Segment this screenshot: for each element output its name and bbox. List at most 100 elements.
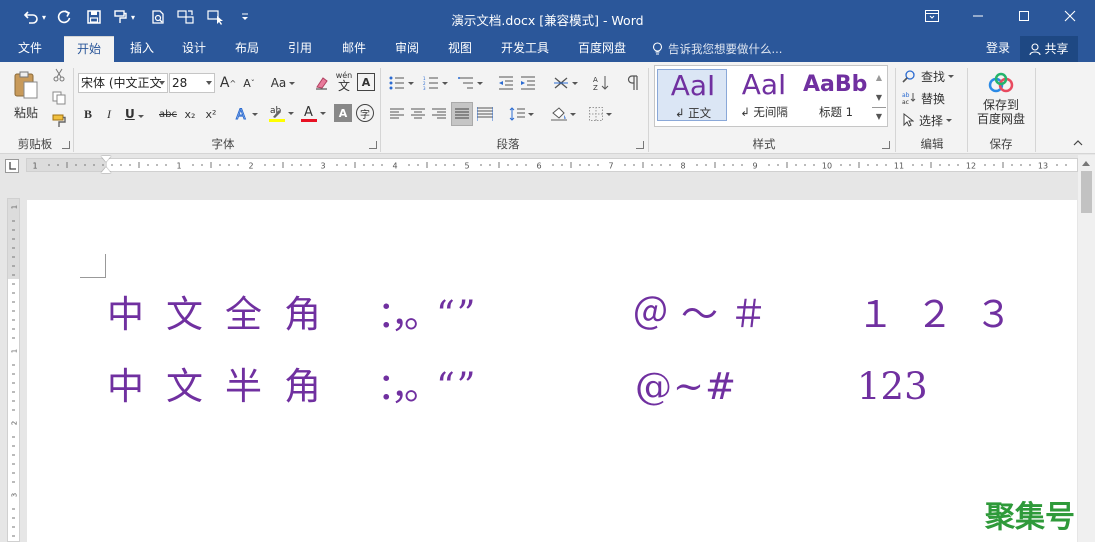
- vertical-scrollbar[interactable]: [1078, 155, 1095, 542]
- selection-pane-icon[interactable]: [205, 5, 227, 29]
- touch-mode-icon[interactable]: [175, 5, 197, 29]
- style-no-spacing-sample: AaI: [741, 70, 787, 100]
- group-separator: [1035, 68, 1036, 152]
- enclose-characters-icon[interactable]: 字: [356, 104, 374, 122]
- maximize-icon[interactable]: [1001, 0, 1047, 32]
- print-preview-icon[interactable]: [147, 5, 169, 29]
- undo-icon[interactable]: [20, 5, 42, 29]
- tab-review[interactable]: 审阅: [385, 36, 429, 62]
- tell-me-search[interactable]: 告诉我您想要做什么...: [652, 36, 802, 62]
- copy-icon[interactable]: [50, 89, 68, 107]
- save-to-baidu-button[interactable]: 保存到 百度网盘: [972, 68, 1030, 130]
- decrease-indent-icon[interactable]: [496, 73, 516, 93]
- redo-icon[interactable]: [53, 5, 75, 29]
- paste-button[interactable]: 粘贴: [8, 66, 44, 124]
- grow-font-icon[interactable]: A ^: [219, 73, 237, 93]
- svg-text:ac: ac: [902, 99, 909, 105]
- styles-scroll-down-icon[interactable]: ▼: [872, 88, 886, 106]
- character-shading-icon[interactable]: A: [334, 104, 352, 122]
- save-label-line2: 百度网盘: [976, 112, 1025, 126]
- align-center-icon[interactable]: [409, 104, 427, 124]
- cut-icon[interactable]: [50, 66, 68, 84]
- bullets-icon[interactable]: [386, 73, 416, 93]
- style-normal[interactable]: AaI ↲ 正文: [657, 69, 727, 121]
- first-line-indent-marker[interactable]: [101, 156, 111, 162]
- bold-button[interactable]: B: [80, 104, 96, 124]
- save-icon[interactable]: [83, 5, 105, 29]
- tab-insert[interactable]: 插入: [120, 36, 164, 62]
- minimize-icon[interactable]: [955, 0, 1001, 32]
- tab-design[interactable]: 设计: [172, 36, 216, 62]
- italic-button[interactable]: I: [101, 104, 117, 124]
- replace-button[interactable]: ab ac 替换: [902, 88, 962, 108]
- horizontal-ruler[interactable]: 1 1 2 3 4 5 6 7 8 9 10 11 12 13: [26, 156, 1078, 173]
- shrink-font-icon[interactable]: Aˇ: [240, 73, 258, 93]
- font-name-combo[interactable]: 宋体 (中文正文: [78, 73, 168, 93]
- shading-icon[interactable]: [546, 104, 580, 124]
- ribbon-display-options-icon[interactable]: [909, 0, 955, 32]
- share-button[interactable]: 共享: [1020, 36, 1078, 62]
- style-heading-1[interactable]: AaBb 标题 1: [801, 69, 871, 121]
- numbering-icon[interactable]: 123: [420, 73, 450, 93]
- paragraph-group-label: 段落: [496, 137, 520, 151]
- tab-baidu-netdisk[interactable]: 百度网盘: [570, 36, 634, 62]
- customize-qat-icon[interactable]: [234, 5, 256, 29]
- align-right-icon[interactable]: [430, 104, 448, 124]
- distributed-icon[interactable]: [475, 104, 495, 124]
- subscript-button[interactable]: x₂: [181, 104, 199, 124]
- tab-home[interactable]: 开始: [64, 36, 114, 62]
- line-punct: ：，。“ ”: [377, 293, 476, 336]
- scroll-thumb[interactable]: [1081, 171, 1092, 213]
- clipboard-launcher-icon[interactable]: [62, 141, 70, 149]
- tab-developer[interactable]: 开发工具: [494, 36, 556, 62]
- font-color-icon[interactable]: A: [298, 102, 328, 124]
- close-icon[interactable]: [1047, 0, 1093, 32]
- tab-references[interactable]: 引用: [278, 36, 322, 62]
- underline-button[interactable]: U: [122, 104, 148, 124]
- tab-view[interactable]: 视图: [438, 36, 482, 62]
- increase-indent-icon[interactable]: [518, 73, 538, 93]
- login-link[interactable]: 登录: [978, 36, 1018, 62]
- styles-scroll-up-icon[interactable]: ▲: [872, 68, 886, 86]
- tab-mailings[interactable]: 邮件: [332, 36, 376, 62]
- format-painter-icon[interactable]: [50, 112, 68, 130]
- strikethrough-button[interactable]: abc: [157, 104, 179, 124]
- sort-icon[interactable]: AZ: [590, 73, 612, 93]
- scroll-up-arrow-icon[interactable]: [1082, 161, 1090, 166]
- collapse-ribbon-icon[interactable]: [1070, 136, 1086, 150]
- justify-icon[interactable]: [451, 102, 473, 126]
- ruler-ticks: 1 1 2 3 4 5 6 7 8 9 10 11 12 13: [32, 162, 1067, 171]
- style-no-spacing-name: ↲ 无间隔: [740, 105, 788, 119]
- borders-icon[interactable]: [584, 104, 616, 124]
- phonetic-guide-icon[interactable]: wén 文: [334, 70, 354, 94]
- tab-file[interactable]: 文件: [8, 36, 52, 62]
- style-no-spacing[interactable]: AaI ↲ 无间隔: [729, 69, 799, 121]
- line-spacing-icon[interactable]: [506, 104, 536, 124]
- select-button[interactable]: 选择: [902, 110, 962, 130]
- change-case-button[interactable]: Aa: [268, 73, 298, 93]
- find-button[interactable]: 查找: [902, 66, 962, 86]
- styles-more-icon[interactable]: ▼: [872, 107, 886, 125]
- multilevel-list-icon[interactable]: [454, 73, 486, 93]
- text-effects-icon[interactable]: A: [232, 104, 260, 124]
- highlight-color-icon[interactable]: ab: [266, 102, 296, 124]
- character-border-icon[interactable]: A: [357, 73, 375, 91]
- styles-launcher-icon[interactable]: [882, 141, 890, 149]
- document-page[interactable]: 中文全角 ：，。“ ” ＠～＃ １２３ 中文半角 ：，。“ ” @~# 123 …: [27, 200, 1077, 542]
- vertical-ruler[interactable]: 1 1 2 3: [7, 198, 20, 542]
- tab-selector-icon[interactable]: [5, 159, 19, 173]
- font-launcher-icon[interactable]: [369, 141, 377, 149]
- font-size-combo[interactable]: 28: [169, 73, 215, 93]
- clear-formatting-icon[interactable]: [312, 73, 332, 93]
- align-left-icon[interactable]: [388, 104, 406, 124]
- undo-dropdown-icon[interactable]: ▾: [40, 5, 48, 29]
- superscript-button[interactable]: x²: [202, 104, 220, 124]
- qat-dropdown-icon[interactable]: ▾: [128, 5, 138, 29]
- tab-layout[interactable]: 布局: [225, 36, 269, 62]
- svg-text:A: A: [304, 105, 313, 120]
- editing-group-label: 编辑: [920, 137, 944, 151]
- show-formatting-marks-icon[interactable]: [624, 73, 642, 93]
- paragraph-launcher-icon[interactable]: [636, 141, 644, 149]
- chinese-layout-icon[interactable]: [550, 73, 580, 93]
- hanging-indent-marker[interactable]: [101, 167, 111, 173]
